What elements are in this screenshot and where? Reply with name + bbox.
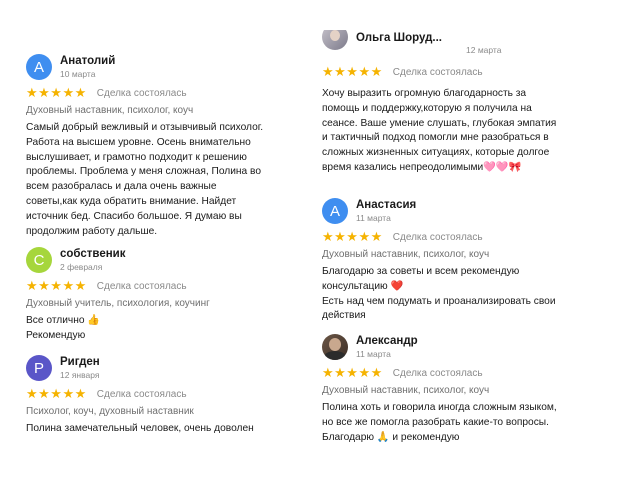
deal-status: Сделка состоялась — [392, 66, 483, 78]
star-rating-icons: ★★★★★ — [26, 85, 87, 100]
star-rating-icons: ★★★★★ — [322, 365, 383, 380]
deal-status: Сделка состоялась — [392, 231, 483, 243]
deal-status: Сделка состоялась — [96, 87, 187, 99]
service-tags: Духовный наставник, психолог, коуч — [322, 385, 490, 396]
rating-row: ★★★★★ Сделка состоялась — [26, 279, 288, 293]
service-tags: Духовный учитель, психология, коучинг — [26, 298, 210, 309]
review-line: но все же помогла разобрать какие-то воп… — [322, 416, 549, 428]
review-text: Самый добрый вежливый и отзывчивый психо… — [26, 121, 288, 239]
review-header: Александр 11 марта — [322, 332, 622, 362]
review-card: Александр 11 марта ★★★★★ Сделка состояла… — [322, 332, 622, 445]
rating-row: ★★★★★ Сделка состоялась — [322, 65, 622, 79]
review-line: советы,как куда обратить внимание. Найде… — [26, 195, 237, 207]
review-line: всем разобралась и дала очень важные — [26, 181, 217, 193]
service-tags: Психолог, коуч, духовный наставник — [26, 406, 194, 417]
avatar-photo[interactable] — [322, 334, 348, 360]
review-header: Р Ригден 12 января — [26, 353, 288, 383]
avatar-photo[interactable] — [322, 30, 348, 50]
reviewer-name[interactable]: Анастасия — [356, 198, 416, 212]
review-line: Хочу выразить огромную благодарность за — [322, 88, 527, 99]
rating-row: ★★★★★ Сделка состоялась — [322, 366, 622, 380]
star-rating-icons: ★★★★★ — [322, 229, 383, 244]
avatar[interactable]: Р — [26, 355, 52, 381]
review-line: Благодарю 🙏 и рекомендую — [322, 431, 460, 443]
review-text: Хочу выразить огромную благодарность за … — [322, 87, 622, 176]
review-line: Рекомендую — [26, 329, 86, 341]
avatar[interactable]: С — [26, 247, 52, 273]
review-line: помощь и поддержку,которую я получила на — [322, 102, 532, 114]
review-line: выслушивает, и грамотно подходит к решен… — [26, 151, 247, 163]
review-line: Благодарю за советы и всем рекомендую — [322, 266, 520, 277]
review-line: продолжим работу дальше. — [26, 225, 158, 237]
review-line: источник бед. Спасибо большое. Я думаю в… — [26, 210, 242, 222]
reviewer-name[interactable]: Александр — [356, 334, 418, 348]
review-card: С собственик 2 февраля ★★★★★ Сделка сост… — [26, 245, 288, 344]
review-header: С собственик 2 февраля — [26, 245, 288, 275]
review-card: А Анастасия 11 марта ★★★★★ Сделка состоя… — [322, 196, 622, 324]
rating-row: ★★★★★ Сделка состоялась — [26, 387, 288, 401]
review-date: 2 февраля — [60, 262, 103, 272]
star-rating-icons: ★★★★★ — [26, 386, 87, 401]
rating-row: ★★★★★ Сделка состоялась — [322, 230, 622, 244]
review-card: Р Ригден 12 января ★★★★★ Сделка состояла… — [26, 353, 288, 437]
reviewer-name[interactable]: Ригден — [60, 355, 100, 369]
rating-row: ★★★★★ Сделка состоялась — [26, 86, 288, 100]
review-line: Все отлично 👍 — [26, 315, 101, 326]
review-header: А Анатолий 10 марта — [26, 52, 288, 82]
service-tags: Духовный наставник, психолог, коуч — [26, 105, 194, 116]
review-text: Благодарю за советы и всем рекомендую ко… — [322, 265, 622, 324]
star-rating-icons: ★★★★★ — [322, 64, 383, 79]
review-text: Все отлично 👍 Рекомендую — [26, 314, 288, 344]
review-line: сложных жизненных ситуациях, которые дол… — [322, 147, 550, 159]
review-date: 12 марта — [466, 45, 502, 55]
reviewer-name[interactable]: собственик — [60, 247, 126, 261]
review-line: Полина хоть и говорила иногда сложным яз… — [322, 402, 557, 413]
review-line: Работа на высшем уровне. Осень вниматель… — [26, 136, 251, 148]
review-line: сеансе. Ваше умение слушать, глубокая эм… — [322, 117, 557, 129]
deal-status: Сделка состоялась — [96, 388, 187, 400]
review-line: Полина замечательный человек, очень дово… — [26, 423, 254, 434]
service-tags: Духовный наставник, психолог, коуч — [322, 249, 490, 260]
deal-status: Сделка состоялась — [392, 367, 483, 379]
review-line: действия — [322, 310, 366, 322]
review-line: и тактичный подход помогли мне разобрать… — [322, 132, 549, 144]
review-line: консультацию ❤️ — [322, 280, 404, 292]
review-line: время казались непреодолимыми🩷🩷🎀 — [322, 161, 522, 173]
review-date: 10 марта — [60, 69, 96, 79]
deal-status: Сделка состоялась — [96, 280, 187, 292]
reviewer-name[interactable]: Анатолий — [60, 54, 115, 68]
avatar[interactable]: А — [26, 54, 52, 80]
review-header: А Анастасия 11 марта — [322, 196, 622, 226]
review-date: 11 марта — [356, 349, 391, 359]
review-date: 12 января — [60, 370, 100, 380]
review-card: Ольга Шоруд... 12 марта ★★★★★ Сделка сос… — [322, 30, 622, 176]
review-date: 11 марта — [356, 213, 391, 223]
review-line: Самый добрый вежливый и отзывчивый психо… — [26, 122, 264, 133]
avatar[interactable]: А — [322, 198, 348, 224]
review-text: Полина хоть и говорила иногда сложным яз… — [322, 401, 622, 445]
review-header: Ольга Шоруд... 12 марта — [322, 30, 622, 56]
reviewer-name[interactable]: Ольга Шоруд... — [356, 31, 442, 45]
review-card: А Анатолий 10 марта ★★★★★ Сделка состоял… — [26, 52, 288, 239]
review-line: Есть над чем подумать и проанализировать… — [322, 295, 556, 307]
review-text: Полина замечательный человек, очень дово… — [26, 422, 288, 437]
star-rating-icons: ★★★★★ — [26, 278, 87, 293]
review-line: проблемы. Проблема у меня сложная, Полин… — [26, 166, 262, 178]
